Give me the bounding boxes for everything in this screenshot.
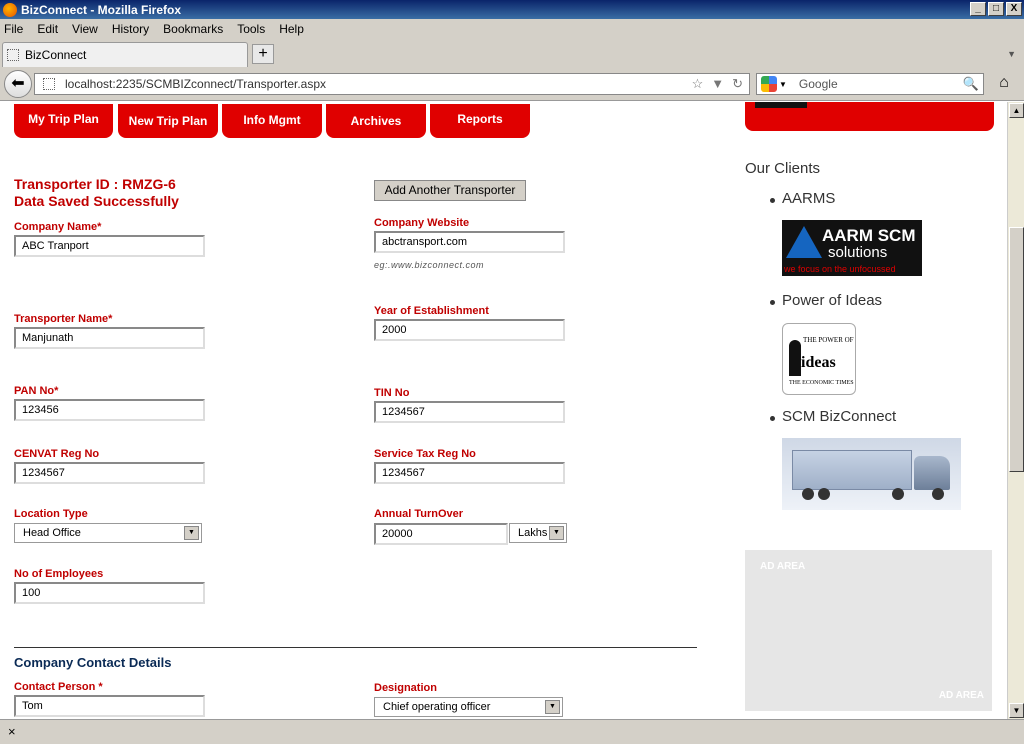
menu-tools[interactable]: Tools	[237, 22, 265, 36]
client-name-scm-bizconnect: SCM BizConnect	[782, 408, 897, 425]
tin-no-input[interactable]: 1234567	[374, 401, 565, 423]
company-name-label: Company Name*	[14, 221, 102, 233]
scroll-thumb[interactable]	[1009, 227, 1024, 472]
contact-person-input[interactable]: Tom	[14, 695, 205, 717]
menu-file[interactable]: File	[4, 22, 23, 36]
turnover-unit-value: Lakhs	[518, 527, 548, 539]
transporter-name-label: Transporter Name*	[14, 313, 113, 325]
site-identity-icon[interactable]	[43, 78, 55, 90]
pan-no-label: PAN No*	[14, 385, 59, 397]
location-type-value: Head Office	[23, 527, 81, 539]
contact-person-label: Contact Person *	[14, 681, 103, 693]
url-bar[interactable]: localhost:2235/SCMBIZconnect/Transporter…	[34, 73, 750, 95]
transporter-name-input[interactable]: Manjunath	[14, 327, 205, 349]
service-tax-label: Service Tax Reg No	[374, 448, 476, 460]
save-status-message: Data Saved Successfully	[14, 193, 179, 209]
nav-tab-archives[interactable]: Archives	[326, 104, 426, 138]
menu-edit[interactable]: Edit	[37, 22, 58, 36]
company-name-input[interactable]: ABC Tranport	[14, 235, 205, 257]
nav-tab-new-trip-plan[interactable]: New Trip Plan	[118, 104, 218, 138]
menu-history[interactable]: History	[112, 22, 149, 36]
search-bar[interactable]: ▼ Google 🔍	[756, 73, 984, 95]
window-titlebar: BizConnect - Mozilla Firefox _ □ X	[0, 0, 1024, 19]
bullet-icon	[770, 416, 775, 421]
page-icon	[7, 49, 19, 61]
menu-bookmarks[interactable]: Bookmarks	[163, 22, 223, 36]
close-addon-bar-icon[interactable]: ×	[8, 724, 16, 739]
scroll-up-icon[interactable]: ▲	[1009, 103, 1024, 118]
status-bar: ×	[0, 719, 1024, 744]
back-button[interactable]: ⬅	[4, 70, 32, 98]
location-type-label: Location Type	[14, 508, 88, 520]
url-text: localhost:2235/SCMBIZconnect/Transporter…	[65, 77, 327, 91]
nav-tab-my-trip-plan[interactable]: My Trip Plan	[14, 104, 113, 138]
clients-title: Our Clients	[745, 160, 821, 177]
annual-turnover-label: Annual TurnOver	[374, 508, 464, 520]
section-divider	[14, 647, 697, 648]
window-title: BizConnect - Mozilla Firefox	[21, 2, 182, 17]
google-icon[interactable]	[761, 76, 777, 92]
designation-label: Designation	[374, 682, 437, 694]
ad-label-bottom: AD AREA	[938, 690, 984, 701]
search-icon[interactable]: 🔍	[963, 76, 979, 92]
firefox-icon	[3, 2, 17, 17]
chevron-down-icon[interactable]: ▼	[549, 526, 564, 540]
add-another-transporter-button[interactable]: Add Another Transporter	[374, 180, 526, 201]
transporter-id: Transporter ID : RMZG-6	[14, 176, 176, 192]
designation-value: Chief operating officer	[383, 701, 491, 713]
maximize-button[interactable]: □	[988, 2, 1004, 16]
history-dropdown-icon[interactable]: ▼	[711, 76, 724, 92]
location-type-select[interactable]: Head Office ▼	[14, 523, 202, 543]
nav-tab-reports[interactable]: Reports	[430, 104, 530, 138]
designation-select[interactable]: Chief operating officer ▼	[374, 697, 563, 717]
tab-label: BizConnect	[25, 48, 87, 62]
company-website-label: Company Website	[374, 217, 470, 229]
ad-label-top: AD AREA	[760, 561, 806, 572]
tab-list-dropdown[interactable]: ▼	[1007, 49, 1016, 59]
menu-bar: File Edit View History Bookmarks Tools H…	[0, 19, 1024, 39]
tab-bar: BizConnect + ▼	[0, 39, 1024, 67]
search-engine-dropdown-icon[interactable]: ▼	[779, 80, 787, 89]
service-tax-input[interactable]: 1234567	[374, 462, 565, 484]
bullet-icon	[770, 300, 775, 305]
bookmark-star-icon[interactable]: ☆	[692, 76, 704, 92]
client-name-power-of-ideas: Power of Ideas	[782, 292, 883, 309]
truck-image	[782, 438, 961, 510]
menu-view[interactable]: View	[72, 22, 98, 36]
home-icon[interactable]: ⌂	[990, 73, 1018, 95]
menu-help[interactable]: Help	[279, 22, 304, 36]
reload-icon[interactable]: ↻	[732, 76, 743, 92]
aarms-logo: AARM SCM solutions we focus on the unfoc…	[782, 220, 922, 276]
bullet-icon	[770, 198, 775, 203]
new-tab-button[interactable]: +	[252, 44, 274, 64]
close-button[interactable]: X	[1006, 2, 1022, 16]
annual-turnover-input[interactable]: 20000	[374, 523, 508, 545]
search-placeholder: Google	[798, 77, 838, 91]
chevron-down-icon[interactable]: ▼	[184, 526, 199, 540]
company-website-input[interactable]: abctransport.com	[374, 231, 565, 253]
year-established-label: Year of Establishment	[374, 305, 489, 317]
power-of-ideas-logo: THE POWER OF ideas THE ECONOMIC TIMES	[782, 323, 856, 395]
chevron-down-icon[interactable]: ▼	[545, 700, 560, 714]
page-content: My Trip Plan New Trip Plan Info Mgmt Arc…	[0, 102, 1007, 719]
sidebar-banner	[745, 102, 994, 131]
tab-bizconnect[interactable]: BizConnect	[2, 42, 248, 67]
vertical-scrollbar[interactable]: ▲ ▼	[1007, 102, 1024, 719]
scroll-down-icon[interactable]: ▼	[1009, 703, 1024, 718]
pan-no-input[interactable]: 123456	[14, 399, 205, 421]
turnover-unit-select[interactable]: Lakhs ▼	[509, 523, 567, 543]
contact-section-title: Company Contact Details	[14, 655, 172, 670]
year-established-input[interactable]: 2000	[374, 319, 565, 341]
employees-input[interactable]: 100	[14, 582, 205, 604]
website-hint: eg:.www.bizconnect.com	[374, 260, 485, 270]
employees-label: No of Employees	[14, 568, 104, 580]
navigation-bar: ⬅ localhost:2235/SCMBIZconnect/Transport…	[0, 67, 1024, 101]
tin-no-label: TIN No	[374, 387, 410, 399]
cenvat-input[interactable]: 1234567	[14, 462, 205, 484]
minimize-button[interactable]: _	[970, 2, 986, 16]
cenvat-label: CENVAT Reg No	[14, 448, 100, 460]
ad-area: AD AREA AD AREA	[745, 550, 992, 711]
nav-tab-info-mgmt[interactable]: Info Mgmt	[222, 104, 322, 138]
client-name-aarms: AARMS	[782, 190, 836, 207]
